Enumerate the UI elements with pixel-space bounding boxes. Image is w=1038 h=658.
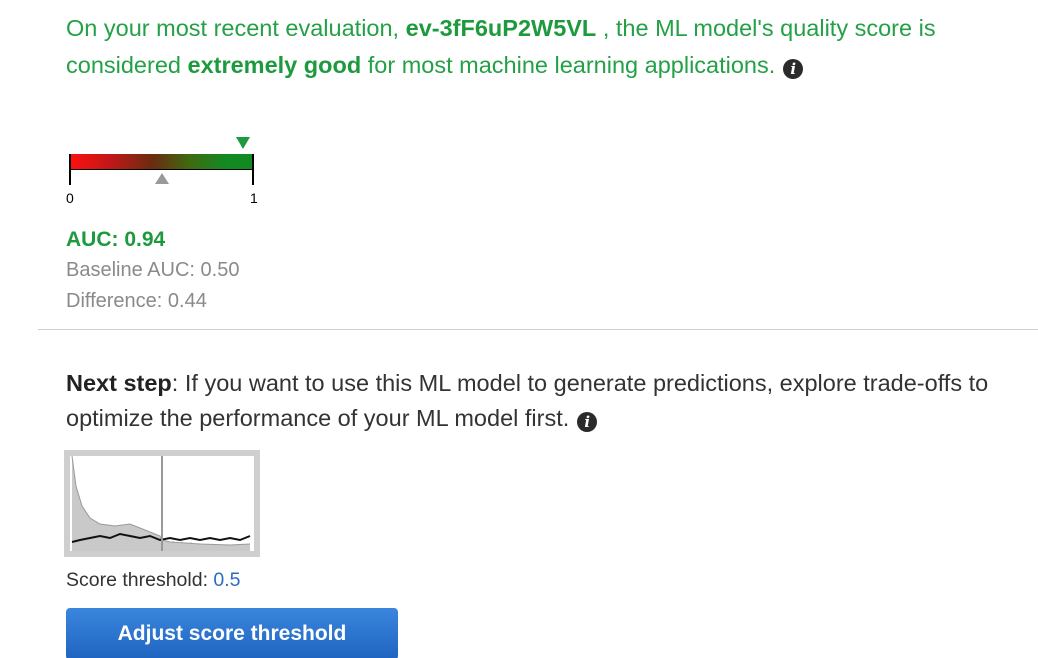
- info-icon[interactable]: i: [577, 412, 598, 432]
- score-distribution-thumbnail[interactable]: [64, 450, 260, 557]
- evaluation-id[interactable]: ev-3fF6uP2W5VL: [406, 15, 597, 41]
- gauge-min-label: 0: [66, 190, 74, 206]
- gauge-axis: [69, 169, 254, 170]
- baseline-auc: Baseline AUC: 0.50: [66, 259, 240, 281]
- score-marker-icon: [235, 137, 250, 149]
- next-step-text: Next step: If you want to use this ML mo…: [66, 366, 1031, 436]
- score-threshold-label: Score threshold:: [66, 569, 208, 591]
- section-divider: [38, 329, 1038, 330]
- gauge-max-label: 1: [250, 190, 258, 206]
- gauge-tick-min: [69, 154, 71, 185]
- next-step-label: Next step: [66, 370, 172, 396]
- adjust-score-threshold-button[interactable]: Adjust score threshold: [66, 608, 398, 658]
- quality-gauge: 0 1: [64, 132, 264, 208]
- evaluation-summary-text: On your most recent evaluation, ev-3fF6u…: [66, 10, 1026, 84]
- next-step-description: : If you want to use this ML model to ge…: [66, 370, 989, 431]
- score-threshold-value[interactable]: 0.5: [213, 569, 240, 591]
- gauge-bar: [70, 154, 254, 169]
- quality-rating: extremely good: [187, 52, 362, 78]
- info-icon[interactable]: i: [783, 59, 804, 79]
- gauge-tick-max: [252, 154, 254, 185]
- score-threshold: Score threshold: 0.5: [66, 569, 241, 592]
- summary-prefix: On your most recent evaluation,: [66, 15, 400, 41]
- summary-suffix: for most machine learning applications.: [367, 52, 776, 78]
- auc-value: AUC: 0.94: [66, 228, 166, 251]
- distribution-chart-icon: [70, 456, 254, 551]
- evaluation-summary-panel: On your most recent evaluation, ev-3fF6u…: [0, 0, 1038, 658]
- auc-difference: Difference: 0.44: [66, 290, 207, 312]
- baseline-marker-icon: [155, 173, 169, 184]
